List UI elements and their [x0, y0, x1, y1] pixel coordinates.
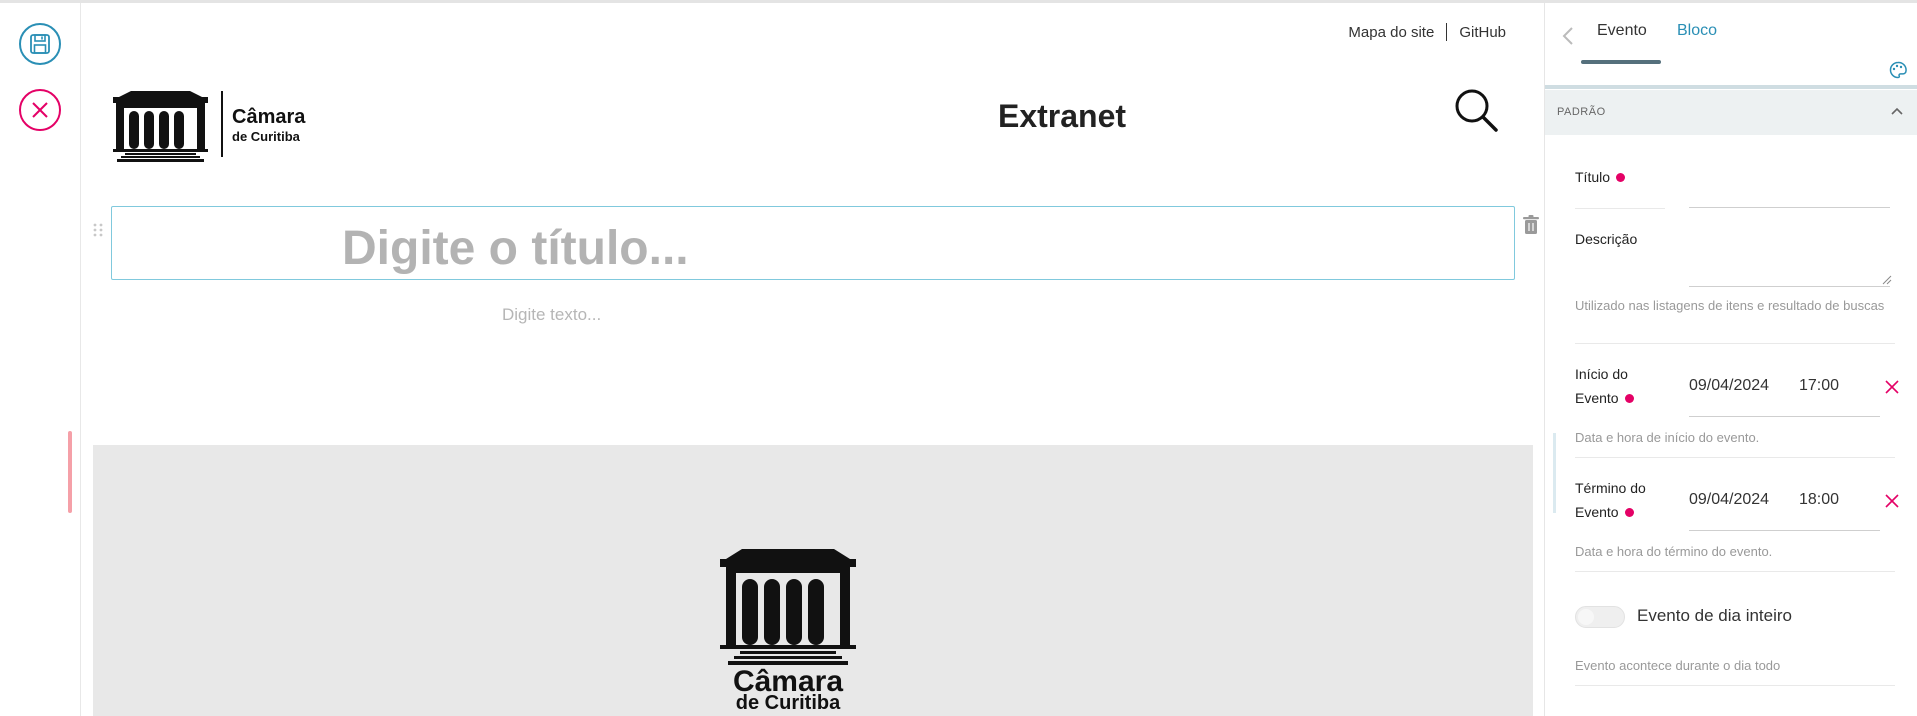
search-icon[interactable]	[1454, 88, 1500, 134]
descricao-textarea[interactable]	[1689, 286, 1890, 287]
sidebar-tabs: Evento Bloco	[1545, 3, 1917, 83]
github-link[interactable]: GitHub	[1459, 24, 1506, 41]
close-icon	[32, 102, 48, 118]
row-separator	[1575, 571, 1895, 572]
toggle-knob	[1578, 609, 1594, 625]
settings-sidebar: Evento Bloco PADRÃO Título Descrição Uti…	[1544, 3, 1917, 716]
termino-underline	[1689, 530, 1880, 531]
clear-termino-icon[interactable]	[1884, 493, 1900, 509]
required-indicator	[1624, 508, 1634, 517]
row-separator	[1575, 457, 1895, 458]
row-separator	[1575, 685, 1895, 686]
required-indicator	[1616, 173, 1626, 182]
section-label: PADRÃO	[1557, 106, 1606, 118]
termino-help: Data e hora do término do evento.	[1575, 544, 1773, 559]
image-block[interactable]: Câmara de Curitiba	[93, 445, 1533, 716]
row-separator	[1575, 208, 1665, 209]
save-icon	[30, 34, 50, 54]
dia-inteiro-toggle[interactable]	[1575, 606, 1625, 628]
chevron-up-icon[interactable]	[1890, 104, 1904, 118]
sitemap-link[interactable]: Mapa do site	[1348, 24, 1434, 41]
inicio-underline	[1689, 416, 1880, 417]
titulo-label-text: Título	[1575, 169, 1611, 185]
editor-toolbar	[0, 3, 81, 716]
trash-icon[interactable]	[1522, 215, 1540, 235]
termino-date-input[interactable]: 09/04/2024	[1689, 491, 1769, 509]
inicio-time-input[interactable]: 17:00	[1799, 377, 1839, 395]
title-block[interactable]: Digite o título...	[111, 206, 1515, 280]
site-title: Extranet	[998, 98, 1127, 134]
titulo-input[interactable]	[1689, 207, 1890, 208]
camara-logo-large: Câmara de Curitiba	[720, 549, 856, 709]
title-placeholder[interactable]: Digite o título...	[342, 221, 689, 276]
sidebar-divider	[1545, 85, 1917, 89]
termino-label-line1: Término do	[1575, 480, 1646, 496]
termino-label-line2: Evento	[1575, 504, 1619, 520]
inicio-help: Data e hora de início do evento.	[1575, 430, 1760, 445]
large-logo-text-line2: de Curitiba	[736, 692, 841, 709]
link-separator	[1446, 23, 1448, 41]
logo-text-line2: de Curitiba	[232, 129, 301, 144]
titulo-label: Título	[1575, 165, 1626, 189]
inicio-label-line2: Evento	[1575, 390, 1619, 406]
inicio-date-input[interactable]: 09/04/2024	[1689, 377, 1769, 395]
save-button[interactable]	[19, 23, 61, 65]
cancel-button[interactable]	[19, 89, 61, 131]
palette-icon[interactable]	[1889, 61, 1907, 79]
dia-inteiro-label: Evento de dia inteiro	[1637, 606, 1792, 625]
inicio-label-line1: Início do	[1575, 366, 1628, 382]
dia-inteiro-help: Evento acontece durante o dia todo	[1575, 658, 1781, 673]
termino-label: Término do Evento	[1575, 476, 1646, 524]
camara-logo[interactable]: Câmara de Curitiba	[113, 91, 328, 163]
logo-text-line1: Câmara	[232, 106, 306, 128]
active-tab-indicator	[1581, 60, 1661, 64]
row-separator	[1575, 343, 1895, 344]
section-header-padrao[interactable]: PADRÃO	[1545, 90, 1917, 135]
descricao-label: Descrição	[1575, 231, 1638, 247]
chevron-left-icon[interactable]	[1561, 25, 1575, 47]
required-indicator	[1624, 394, 1634, 403]
text-placeholder[interactable]: Digite texto...	[502, 305, 601, 325]
inicio-label: Início do Evento	[1575, 362, 1634, 410]
editor-canvas: Mapa do site GitHub Câmara de Curitiba E…	[82, 3, 1544, 716]
termino-time-input[interactable]: 18:00	[1799, 491, 1839, 509]
resize-handle-icon[interactable]	[1882, 275, 1892, 285]
clear-inicio-icon[interactable]	[1884, 379, 1900, 395]
tab-bloco[interactable]: Bloco	[1677, 22, 1717, 40]
descricao-help: Utilizado nas listagens de itens e resul…	[1575, 298, 1885, 313]
block-indicator	[68, 431, 72, 513]
tab-evento[interactable]: Evento	[1597, 22, 1647, 40]
drag-handle-icon[interactable]	[92, 222, 104, 238]
header-links: Mapa do site GitHub	[1348, 23, 1506, 41]
field-focus-marker	[1553, 433, 1556, 513]
